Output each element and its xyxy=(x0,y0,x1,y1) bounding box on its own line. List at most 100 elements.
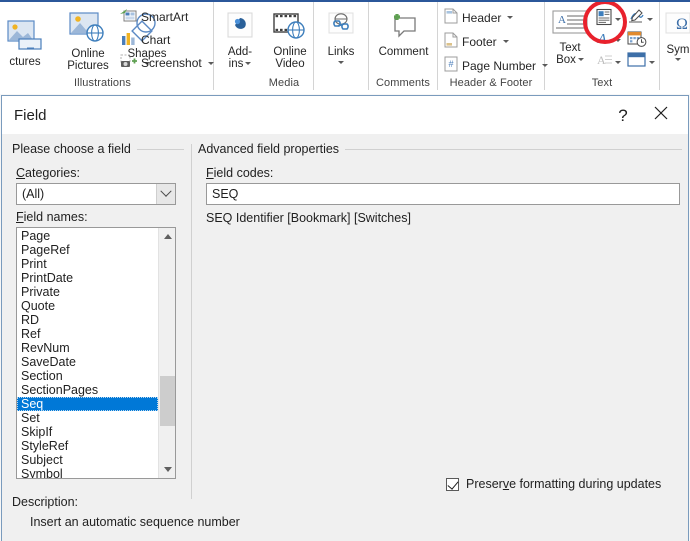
ribbon-group-comments: Comment Comments xyxy=(369,2,438,90)
field-names-items: Page PageRef Print PrintDate Private Quote RD R… xyxy=(17,228,158,478)
dialog-body: Please choose a field Categories: (All) … xyxy=(2,134,688,541)
field-name-item[interactable]: Section xyxy=(17,369,158,383)
group-label-illustrations: Illustrations xyxy=(74,77,131,89)
wordart-icon: A xyxy=(595,30,613,51)
quick-parts-icon xyxy=(595,8,613,31)
signature-line-button[interactable] xyxy=(627,8,653,30)
text-box-dropdown-caret[interactable] xyxy=(577,58,584,62)
drop-cap-dropdown-caret[interactable] xyxy=(615,61,621,64)
date-time-icon xyxy=(627,30,647,53)
categories-label: Categories: xyxy=(16,166,80,180)
scroll-down-arrow-icon[interactable] xyxy=(159,461,175,478)
scrollbar-thumb[interactable] xyxy=(160,376,175,426)
field-name-item[interactable]: RevNum xyxy=(17,341,158,355)
scroll-up-arrow-icon[interactable] xyxy=(159,228,175,245)
symbol-label: Sym xyxy=(666,43,690,56)
online-video-button[interactable]: Online Video xyxy=(266,12,314,71)
svg-text:#: # xyxy=(448,59,453,69)
wordart-button[interactable]: A xyxy=(595,30,621,51)
field-codes-label: Field codes: xyxy=(206,166,274,180)
text-box-button[interactable]: A Text Box xyxy=(549,10,591,67)
ribbon-group-media: Add- ins Online Video Media xyxy=(214,2,314,90)
help-icon[interactable]: ? xyxy=(610,104,636,128)
object-icon xyxy=(627,52,647,73)
symbol-icon: Ω xyxy=(660,12,690,42)
pictures-icon xyxy=(0,20,56,54)
header-button[interactable]: Header xyxy=(444,8,514,27)
field-names-label: Field names: xyxy=(16,210,88,224)
header-dropdown-caret[interactable] xyxy=(507,16,514,19)
field-name-item[interactable]: RD xyxy=(17,313,158,327)
preserve-formatting-row[interactable]: Preserve formatting during updates xyxy=(446,477,661,491)
field-name-item[interactable]: StyleRef xyxy=(17,439,158,453)
chart-button[interactable]: Chart xyxy=(120,31,170,49)
online-pictures-button[interactable]: Online Pictures xyxy=(58,12,118,73)
pictures-button[interactable]: ctures xyxy=(0,20,56,68)
header-icon xyxy=(444,8,458,27)
field-names-scrollbar[interactable] xyxy=(158,228,175,478)
screenshot-label: Screenshot xyxy=(141,56,202,70)
addins-button[interactable]: Add- ins xyxy=(218,12,262,71)
right-panel-heading: Advanced field properties xyxy=(198,142,340,156)
wordart-dropdown-caret[interactable] xyxy=(615,39,621,42)
chart-icon xyxy=(120,31,137,49)
preserve-formatting-label: Preserve formatting during updates xyxy=(466,477,662,491)
object-button[interactable] xyxy=(627,52,655,73)
footer-dropdown-caret[interactable] xyxy=(502,40,509,43)
addins-label-2: ins xyxy=(228,58,244,70)
field-name-item[interactable]: SkipIf xyxy=(17,425,158,439)
field-name-item[interactable]: Quote xyxy=(17,299,158,313)
field-names-listbox[interactable]: Page PageRef Print PrintDate Private Quote RD R… xyxy=(16,227,176,479)
close-glyph xyxy=(654,106,668,120)
chart-label: Chart xyxy=(141,33,171,47)
signature-line-dropdown-caret[interactable] xyxy=(647,17,653,21)
quick-parts-dropdown-caret[interactable] xyxy=(615,18,621,21)
drop-cap-button[interactable]: A xyxy=(595,52,621,73)
group-label-media: Media xyxy=(268,77,300,89)
word-ribbon: ctures Online Pictures Shapes SmartArt C… xyxy=(0,0,690,95)
field-name-item[interactable]: Print xyxy=(17,257,158,271)
addins-label-1: Add- xyxy=(227,45,253,58)
close-icon[interactable] xyxy=(646,104,676,128)
left-panel-heading: Please choose a field xyxy=(12,142,131,156)
date-time-button[interactable] xyxy=(627,30,647,53)
addins-dropdown-caret[interactable] xyxy=(245,62,252,66)
heading-rule-right xyxy=(345,148,682,150)
links-button[interactable]: Links xyxy=(317,12,365,64)
categories-dropdown[interactable]: (All) xyxy=(16,183,176,205)
object-dropdown-caret[interactable] xyxy=(649,61,655,64)
field-codes-input[interactable]: SEQ xyxy=(206,183,680,205)
page-number-button[interactable]: # Page Number xyxy=(444,56,549,75)
online-pictures-label-1: Online xyxy=(71,47,105,60)
quick-parts-button[interactable] xyxy=(595,8,621,31)
categories-value: (All) xyxy=(22,187,45,201)
preserve-formatting-checkbox[interactable] xyxy=(446,477,459,491)
field-name-item[interactable]: Symbol xyxy=(17,467,158,478)
symbol-dropdown-caret[interactable] xyxy=(675,58,681,61)
field-name-item[interactable]: Ref xyxy=(17,327,158,341)
symbol-button[interactable]: Ω Sym xyxy=(660,12,690,61)
screenshot-dropdown-caret[interactable] xyxy=(207,61,214,65)
chevron-down-icon[interactable] xyxy=(156,184,175,204)
field-name-item-selected[interactable]: Seq xyxy=(17,397,158,411)
ribbon-group-header-footer: Header Footer # Page Number Header & Foo… xyxy=(438,2,549,90)
field-name-item[interactable]: Private xyxy=(17,285,158,299)
description-label: Description: xyxy=(12,495,78,509)
ribbon-group-symbols: Ω Sym xyxy=(660,2,690,90)
field-name-item[interactable]: PageRef xyxy=(17,243,158,257)
links-dropdown-caret[interactable] xyxy=(338,61,344,64)
field-name-item[interactable]: SaveDate xyxy=(17,355,158,369)
field-name-item[interactable]: Set xyxy=(17,411,158,425)
description-text: Insert an automatic sequence number xyxy=(30,515,240,529)
field-name-item[interactable]: Page xyxy=(17,229,158,243)
footer-button[interactable]: Footer xyxy=(444,32,509,51)
comment-label: Comment xyxy=(378,45,429,58)
field-dialog: Field ? Please choose a field Categories… xyxy=(1,95,689,541)
comment-button[interactable]: Comment xyxy=(371,12,436,58)
field-name-item[interactable]: PrintDate xyxy=(17,271,158,285)
field-name-item[interactable]: Subject xyxy=(17,453,158,467)
screenshot-button[interactable]: Screenshot xyxy=(120,54,214,72)
links-label: Links xyxy=(327,45,355,58)
field-name-item[interactable]: SectionPages xyxy=(17,383,158,397)
smartart-button[interactable]: SmartArt xyxy=(120,8,188,26)
